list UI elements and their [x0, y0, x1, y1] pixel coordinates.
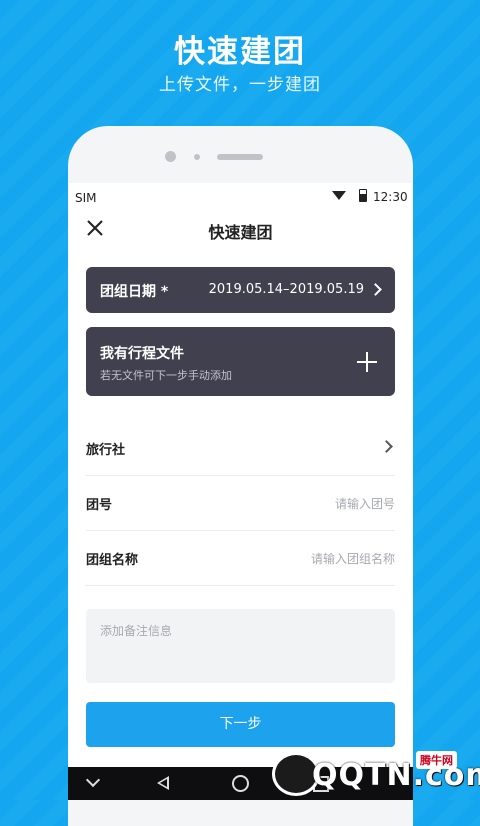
- promo-title: 快速建团: [174, 34, 306, 70]
- group-name-row[interactable]: 团组名称 请输入团组名称: [86, 530, 395, 586]
- watermark-badge: 腾牛网: [416, 751, 457, 769]
- itinerary-file-hint: 若无文件可下一步手动添加: [100, 369, 232, 382]
- group-date-card[interactable]: 团组日期 * 2019.05.14–2019.05.19: [86, 267, 395, 313]
- phone-camera: [165, 151, 176, 162]
- group-no-input[interactable]: 请输入团号: [335, 495, 395, 512]
- itinerary-file-card[interactable]: 我有行程文件 若无文件可下一步手动添加: [86, 327, 395, 396]
- group-date-label: 团组日期 *: [100, 281, 168, 301]
- phone-sensor: [194, 154, 200, 160]
- chevron-right-icon: [369, 283, 382, 296]
- status-bar: SIM 12:30: [68, 183, 413, 209]
- watermark: QQTN.com 腾牛网: [272, 744, 480, 800]
- agency-label: 旅行社: [86, 443, 126, 458]
- group-date-label-text: 团组日期: [100, 284, 156, 300]
- app-screen: SIM 12:30 快速建团 团组日期 * 2019.05.14–2019.05…: [68, 183, 413, 767]
- itinerary-file-label: 我有行程文件: [100, 346, 184, 362]
- page-title: 快速建团: [208, 223, 273, 242]
- promo-subtitle: 上传文件，一步建团: [159, 75, 321, 95]
- group-no-label: 团号: [86, 498, 113, 513]
- home-icon[interactable]: [232, 775, 249, 792]
- battery-icon: [359, 189, 367, 202]
- group-no-row[interactable]: 团号 请输入团号: [86, 475, 395, 531]
- required-mark: *: [160, 284, 169, 300]
- group-name-label: 团组名称: [86, 553, 139, 568]
- agency-row[interactable]: 旅行社: [86, 420, 395, 476]
- back-icon[interactable]: [157, 776, 169, 790]
- notes-textarea[interactable]: 添加备注信息: [86, 609, 395, 683]
- chevron-down-icon[interactable]: [85, 772, 101, 788]
- chevron-right-icon: [380, 440, 393, 453]
- nav-bar: 快速建团: [68, 209, 413, 249]
- carrier-label: SIM: [75, 191, 97, 205]
- wifi-icon: [332, 191, 346, 200]
- next-button[interactable]: 下一步: [86, 702, 395, 747]
- status-time: 12:30: [373, 190, 408, 204]
- group-date-value: 2019.05.14–2019.05.19: [208, 282, 364, 297]
- add-icon[interactable]: [357, 352, 377, 372]
- notes-placeholder: 添加备注信息: [100, 624, 173, 638]
- phone-speaker: [217, 154, 263, 160]
- group-name-input[interactable]: 请输入团组名称: [311, 550, 395, 567]
